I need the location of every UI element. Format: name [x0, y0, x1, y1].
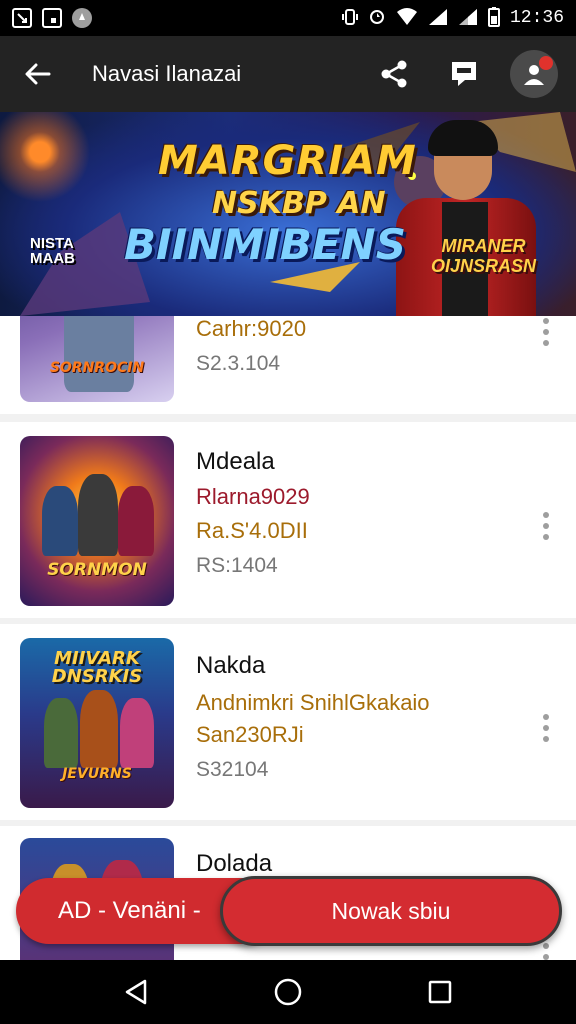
back-triangle-icon[interactable] [108, 964, 164, 1020]
download-icon [42, 8, 62, 28]
account-icon [510, 50, 558, 98]
item-subtitle: Carhr:9020 [196, 316, 307, 341]
promo-banner[interactable]: MARGRIAM NSKBP AN BIINMIBENS NISTA MAAB … [0, 112, 576, 316]
back-arrow-icon[interactable] [16, 52, 60, 96]
banner-title-line2: NSKBP AN [212, 186, 386, 221]
item-price: S32104 [196, 758, 269, 781]
status-bar: 12:36 [0, 0, 576, 36]
item-title: Nakda [196, 652, 266, 679]
thumbnail-caption: SORNMON [47, 560, 147, 580]
status-right-icons: 12:36 [341, 6, 564, 30]
screenshot-icon [12, 8, 32, 28]
game-thumbnail: SORNROCIN [20, 316, 174, 402]
battery-icon [487, 6, 500, 30]
item-price: RS:1404 [196, 554, 278, 577]
notification-icon [72, 8, 92, 28]
list-item[interactable]: SORNROCIN Carhr:9020 S2.3.104 [0, 316, 576, 414]
more-options-icon[interactable] [534, 506, 558, 546]
game-thumbnail: SORNMON [20, 436, 174, 606]
hero-hair [428, 120, 498, 156]
game-list[interactable]: SORNROCIN Carhr:9020 S2.3.104 SORNMON Md… [0, 316, 576, 960]
status-left-icons [12, 8, 92, 28]
item-subtitle: Andnimkri SnihlGkakaio [196, 690, 430, 715]
page-title: Navasi Ilanazai [92, 61, 242, 86]
notification-dot [539, 56, 553, 70]
status-time: 12:36 [509, 8, 564, 28]
list-item[interactable]: MIIVARK DNSRKIS JEVURNS Nakda Andnimkri … [0, 624, 576, 820]
signal-2-icon [458, 8, 478, 29]
wifi-icon [396, 7, 418, 29]
banner-left-caption: NISTA MAAB [30, 235, 75, 267]
thumbnail-heading: MIIVARK DNSRKIS [51, 648, 143, 687]
banner-title-line3: BIINMIBENS [124, 220, 406, 269]
list-item[interactable]: SORNMON Mdeala Rlarna9029 Ra.S'4.0DII RS… [0, 422, 576, 618]
vibrate-icon [341, 8, 358, 29]
item-title: Dolada [196, 850, 273, 877]
more-options-icon[interactable] [534, 316, 558, 352]
more-options-icon[interactable] [534, 708, 558, 748]
banner-badge: MIRANER OIJNSRASN [430, 236, 536, 276]
sync-icon [368, 8, 386, 29]
recents-square-icon[interactable] [412, 964, 468, 1020]
banner-title-line1: MARGRIAM [158, 138, 417, 184]
thumbnail-caption: SORNROCIN [49, 360, 145, 376]
thumbnail-caption: JEVURNS [62, 766, 132, 782]
nowak-sbiu-button[interactable]: Nowak sbiu [220, 876, 562, 946]
item-title: Mdeala [196, 448, 275, 475]
account-button[interactable] [508, 48, 560, 100]
system-nav-bar [0, 960, 576, 1024]
item-subtitle-2: Ra.S'4.0DII [196, 518, 308, 543]
signal-icon [428, 8, 448, 29]
item-price: S2.3.104 [196, 352, 281, 375]
home-circle-icon[interactable] [260, 964, 316, 1020]
app-toolbar: Navasi Ilanazai [0, 36, 576, 112]
chat-icon[interactable] [438, 48, 490, 100]
game-thumbnail: MIIVARK DNSRKIS JEVURNS [20, 638, 174, 808]
item-subtitle-2: San230RJi [196, 722, 304, 747]
share-icon[interactable] [368, 48, 420, 100]
item-subtitle: Rlarna9029 [196, 484, 310, 509]
